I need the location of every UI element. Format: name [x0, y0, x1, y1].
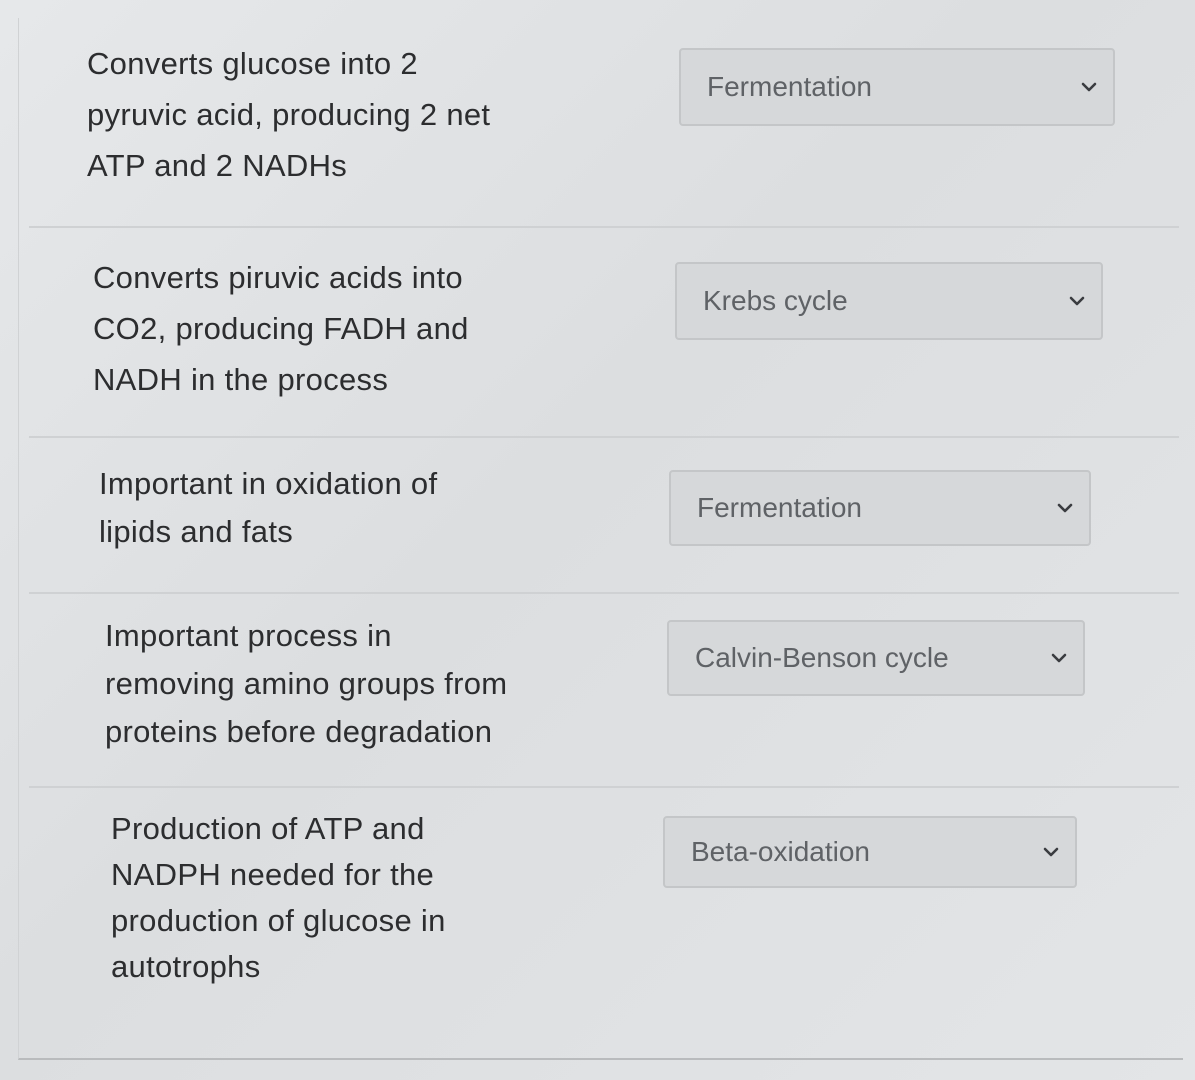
chevron-down-icon — [1081, 82, 1097, 92]
answer-dropdown-5[interactable]: Beta-oxidation — [663, 816, 1077, 888]
chevron-down-icon — [1043, 847, 1059, 857]
prompt-text-1: Converts glucose into 2 pyruvic acid, pr… — [87, 46, 491, 183]
dropdown-selected-value: Beta-oxidation — [691, 836, 871, 867]
prompt-text-2: Converts piruvic acids into CO2, produci… — [93, 260, 469, 397]
row-divider — [29, 786, 1179, 788]
dropdown-selected-value: Fermentation — [707, 71, 872, 102]
dropdown-selected-value: Calvin-Benson cycle — [695, 642, 949, 673]
matching-question-panel: Converts glucose into 2 pyruvic acid, pr… — [18, 18, 1183, 1060]
dropdown-selected-value: Krebs cycle — [703, 285, 848, 316]
answer-dropdown-4[interactable]: Calvin-Benson cycle — [667, 620, 1085, 696]
chevron-down-icon — [1051, 653, 1067, 663]
prompt-text-5: Production of ATP and NADPH needed for t… — [111, 811, 446, 984]
answer-dropdown-2[interactable]: Krebs cycle — [675, 262, 1103, 340]
answer-dropdown-3[interactable]: Fermentation — [669, 470, 1091, 546]
chevron-down-icon — [1069, 296, 1085, 306]
dropdown-selected-value: Fermentation — [697, 492, 862, 523]
prompt-text-4: Important process in removing amino grou… — [105, 618, 508, 749]
answer-dropdown-1[interactable]: Fermentation — [679, 48, 1115, 126]
row-divider — [29, 436, 1179, 438]
row-divider — [29, 226, 1179, 228]
row-divider — [29, 592, 1179, 594]
chevron-down-icon — [1057, 503, 1073, 513]
prompt-text-3: Important in oxidation of lipids and fat… — [99, 466, 438, 549]
